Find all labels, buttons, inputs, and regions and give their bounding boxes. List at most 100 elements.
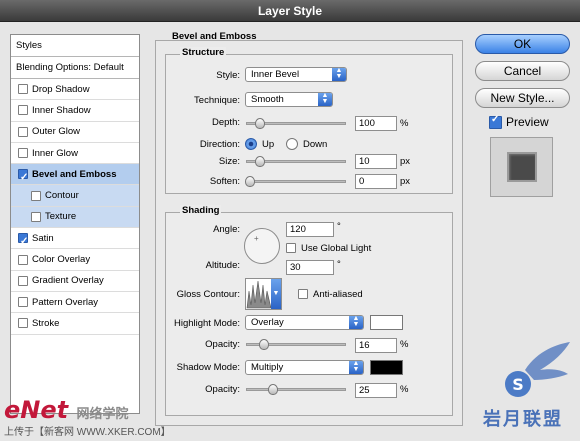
- style-item-contour[interactable]: Contour: [11, 185, 139, 207]
- depth-unit: %: [400, 118, 409, 129]
- style-item-satin[interactable]: Satin: [11, 228, 139, 252]
- shadow-opacity-slider[interactable]: [246, 384, 346, 395]
- style-item-label: Inner Shadow: [32, 104, 91, 116]
- new-style-button[interactable]: New Style...: [475, 88, 570, 108]
- contour-curve-icon: [246, 280, 272, 309]
- preview-label: Preview: [506, 115, 549, 129]
- inner-glow-checkbox[interactable]: [18, 148, 28, 159]
- size-unit: px: [400, 156, 411, 167]
- soften-field[interactable]: 0: [355, 174, 397, 189]
- style-select[interactable]: Inner Bevel ▲ ▼: [245, 67, 347, 82]
- style-item-pattern-overlay[interactable]: Pattern Overlay: [11, 292, 139, 314]
- inner-shadow-checkbox[interactable]: [18, 105, 28, 116]
- direction-up-radio[interactable]: [245, 138, 257, 150]
- enet-cn-text: 网络学院: [76, 407, 129, 422]
- stroke-checkbox[interactable]: [18, 318, 28, 329]
- styles-header[interactable]: Styles: [11, 35, 139, 57]
- style-item-inner-shadow[interactable]: Inner Shadow: [11, 100, 139, 122]
- chevron-updown-icon: ▲ ▼: [349, 315, 363, 329]
- soften-label: Soften:: [209, 176, 240, 187]
- chevron-updown-icon: ▲ ▼: [318, 92, 332, 106]
- highlight-opacity-knob[interactable]: [259, 339, 269, 350]
- shadow-mode-select[interactable]: Multiply ▲ ▼: [245, 360, 364, 375]
- style-item-inner-glow[interactable]: Inner Glow: [11, 143, 139, 165]
- style-item-label: Outer Glow: [32, 126, 81, 138]
- shadow-mode-label: Shadow Mode:: [176, 362, 240, 373]
- style-item-texture[interactable]: Texture: [11, 206, 139, 229]
- style-item-drop-shadow[interactable]: Drop Shadow: [11, 79, 139, 101]
- depth-slider-knob[interactable]: [255, 118, 265, 129]
- cancel-button[interactable]: Cancel: [475, 61, 570, 81]
- shadow-color-swatch[interactable]: [370, 360, 403, 375]
- highlight-mode-label: Highlight Mode:: [173, 318, 240, 329]
- satin-checkbox[interactable]: [18, 231, 28, 252]
- soften-unit: px: [400, 176, 411, 187]
- shadow-opacity-unit: %: [400, 384, 409, 395]
- angle-field[interactable]: 120: [286, 222, 334, 237]
- style-item-bevel-emboss[interactable]: Bevel and Emboss: [11, 164, 139, 188]
- svg-text:S: S: [512, 375, 524, 394]
- direction-label: Direction:: [199, 139, 240, 150]
- soften-slider[interactable]: [245, 176, 346, 187]
- bevel-emboss-checkbox[interactable]: [18, 167, 28, 188]
- bevel-emboss-title: Bevel and Emboss: [172, 31, 257, 42]
- color-overlay-checkbox[interactable]: [18, 254, 28, 265]
- gloss-contour-label: Gloss Contour:: [176, 289, 240, 300]
- highlight-opacity-field[interactable]: 16: [355, 338, 397, 353]
- style-item-label: Inner Glow: [32, 147, 78, 159]
- size-slider-knob[interactable]: [255, 156, 265, 167]
- texture-checkbox[interactable]: [31, 211, 41, 222]
- window-title: Layer Style: [0, 0, 580, 22]
- preview-thumbnail: [490, 137, 553, 197]
- angle-dial[interactable]: [244, 228, 280, 264]
- layer-style-dialog: Styles Blending Options: Default Drop Sh…: [0, 22, 580, 441]
- style-item-label: Pattern Overlay: [32, 296, 98, 308]
- global-light-checkbox[interactable]: [286, 243, 296, 253]
- angle-unit: °: [337, 221, 341, 232]
- style-item-label: Drop Shadow: [32, 83, 90, 95]
- style-item-label: Bevel and Emboss: [32, 168, 117, 180]
- depth-field[interactable]: 100: [355, 116, 397, 131]
- gloss-contour-picker[interactable]: ▼: [245, 278, 282, 310]
- style-item-outer-glow[interactable]: Outer Glow: [11, 122, 139, 143]
- gradient-overlay-checkbox[interactable]: [18, 275, 28, 286]
- style-item-stroke[interactable]: Stroke: [11, 313, 139, 335]
- style-label: Style:: [216, 70, 240, 81]
- depth-slider[interactable]: [246, 118, 346, 129]
- pattern-overlay-checkbox[interactable]: [18, 297, 28, 308]
- anti-aliased-label: Anti-aliased: [313, 289, 363, 300]
- shadow-mode-value: Multiply: [251, 362, 284, 373]
- shadow-opacity-field[interactable]: 25: [355, 383, 397, 398]
- size-slider[interactable]: [246, 156, 346, 167]
- highlight-mode-select[interactable]: Overlay ▲ ▼: [245, 315, 364, 330]
- style-item-label: Satin: [32, 232, 54, 244]
- highlight-color-swatch[interactable]: [370, 315, 403, 330]
- chevron-updown-icon: ▲ ▼: [349, 360, 363, 374]
- blending-options-item[interactable]: Blending Options: Default: [11, 57, 139, 79]
- style-item-color-overlay[interactable]: Color Overlay: [11, 249, 139, 271]
- style-select-value: Inner Bevel: [251, 69, 300, 80]
- preview-checkbox[interactable]: [489, 114, 502, 129]
- size-field[interactable]: 10: [355, 154, 397, 169]
- style-item-label: Color Overlay: [32, 254, 91, 266]
- size-label: Size:: [218, 156, 240, 167]
- anti-aliased-checkbox[interactable]: [298, 289, 308, 299]
- shading-title: Shading: [180, 205, 222, 216]
- ok-button[interactable]: OK: [475, 34, 570, 54]
- style-item-label: Stroke: [32, 317, 60, 329]
- altitude-field[interactable]: 30: [286, 260, 334, 275]
- contour-checkbox[interactable]: [31, 190, 41, 201]
- highlight-opacity-unit: %: [400, 339, 409, 350]
- shadow-opacity-knob[interactable]: [268, 384, 278, 395]
- drop-shadow-checkbox[interactable]: [18, 84, 28, 95]
- style-list: Styles Blending Options: Default Drop Sh…: [10, 34, 140, 414]
- style-item-label: Gradient Overlay: [32, 275, 104, 287]
- angle-label: Angle:: [213, 224, 240, 235]
- style-item-gradient-overlay[interactable]: Gradient Overlay: [11, 271, 139, 292]
- soften-slider-knob[interactable]: [245, 176, 255, 187]
- technique-label: Technique:: [194, 95, 240, 106]
- outer-glow-checkbox[interactable]: [18, 126, 28, 137]
- direction-down-radio[interactable]: [286, 138, 298, 150]
- technique-select[interactable]: Smooth ▲ ▼: [245, 92, 333, 107]
- highlight-opacity-slider[interactable]: [246, 339, 346, 350]
